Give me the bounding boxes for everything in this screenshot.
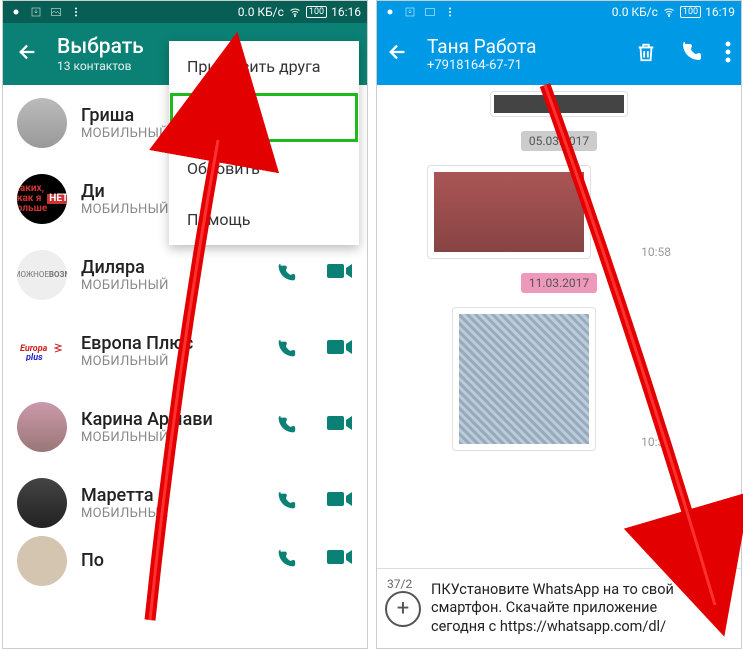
message-input[interactable]: ПКУстановите WhatsApp на то свой смартфо… bbox=[427, 581, 699, 635]
chat-header: Таня Работа +7918164-67-71 bbox=[377, 23, 741, 85]
sms-screen: 0.0 КБ/с 100 16:19 Таня Работа +7918164-… bbox=[376, 0, 742, 649]
battery-level: 100 bbox=[680, 6, 701, 18]
msg-time: 10:38 bbox=[641, 435, 671, 449]
call-icon[interactable] bbox=[275, 414, 297, 440]
message-bubble[interactable] bbox=[452, 307, 596, 451]
back-button[interactable] bbox=[17, 41, 39, 67]
whatsapp-screen: 0.0 КБ/с 100 16:16 Выбрать 13 контактов … bbox=[2, 0, 368, 649]
call-button[interactable] bbox=[679, 40, 703, 68]
contact-name: Европа Плюс bbox=[81, 333, 193, 354]
video-icon[interactable] bbox=[327, 262, 353, 288]
contact-type: МОБИЛЬНЫЙ bbox=[81, 278, 169, 293]
contact-name: Маретта bbox=[81, 485, 169, 506]
call-icon[interactable] bbox=[275, 262, 297, 288]
contact-row[interactable]: По bbox=[3, 541, 367, 581]
wifi-icon bbox=[288, 6, 302, 18]
image-icon bbox=[423, 6, 437, 18]
video-icon[interactable] bbox=[327, 548, 353, 574]
dots-icon bbox=[69, 6, 83, 18]
header-title: Выбрать bbox=[57, 35, 144, 59]
contact-name: Ди bbox=[81, 181, 169, 202]
net-speed: 0.0 КБ/с bbox=[238, 5, 284, 19]
date-badge: 05.03.2017 bbox=[521, 131, 597, 151]
contact-row[interactable]: Карина АрмавиМОБИЛЬНЫЙ bbox=[3, 389, 367, 465]
clock: 16:19 bbox=[705, 5, 735, 19]
avatar bbox=[17, 536, 67, 586]
phone-icon bbox=[679, 40, 703, 64]
avatar bbox=[17, 478, 67, 528]
download-icon bbox=[29, 6, 43, 18]
contact-row[interactable]: НЕВОЗМОЖНОЕВОЗМОЖНО ДиляраМОБИЛЬНЫЙ bbox=[3, 237, 367, 313]
attach-button[interactable]: 37/2 + bbox=[385, 591, 421, 627]
avatar: каких,как ябольшеНЕТ! bbox=[17, 174, 67, 224]
notif-icon bbox=[9, 6, 23, 18]
msg-time: 10:58 bbox=[641, 245, 671, 259]
status-bar: 0.0 КБ/с 100 16:16 bbox=[3, 1, 367, 23]
contact-row[interactable]: МареттаМОБИЛЬНЫЙ bbox=[3, 465, 367, 541]
call-icon[interactable] bbox=[275, 490, 297, 516]
back-arrow-icon bbox=[387, 41, 409, 63]
avatar bbox=[17, 402, 67, 452]
chat-area[interactable]: 05.03.2017 10:58 11.03.2017 10:38 bbox=[377, 85, 741, 571]
video-icon[interactable] bbox=[327, 490, 353, 516]
contact-type: МОБИЛЬНЫЙ bbox=[81, 202, 169, 217]
clock: 16:16 bbox=[331, 5, 361, 19]
chat-title: Таня Работа bbox=[427, 35, 536, 58]
avatar: НЕВОЗМОЖНОЕВОЗМОЖНО bbox=[17, 250, 67, 300]
more-icon bbox=[725, 41, 731, 63]
header-subtitle: 13 контактов bbox=[57, 59, 144, 73]
back-button[interactable] bbox=[387, 41, 409, 67]
options-menu: Пригласить друга Контакты Обновить Помощ… bbox=[169, 41, 359, 245]
call-icon[interactable] bbox=[275, 548, 297, 574]
svg-text:plus: plus bbox=[25, 353, 43, 361]
net-speed: 0.0 КБ/с bbox=[612, 5, 658, 19]
message-bubble[interactable] bbox=[427, 165, 591, 259]
delete-button[interactable] bbox=[635, 40, 657, 68]
message-input-bar: 37/2 + ПКУстановите WhatsApp на то свой … bbox=[377, 568, 741, 648]
contact-name: Карина Армави bbox=[81, 409, 213, 430]
video-icon[interactable] bbox=[327, 414, 353, 440]
char-counter: 37/2 bbox=[387, 577, 412, 591]
trash-icon bbox=[635, 40, 657, 64]
image-icon bbox=[49, 6, 63, 18]
contact-type: МОБИЛЬНЫЙ bbox=[81, 126, 169, 141]
wifi-icon bbox=[662, 6, 676, 18]
plus-icon: + bbox=[397, 596, 409, 621]
battery-level: 100 bbox=[306, 6, 327, 18]
contact-name: По bbox=[81, 550, 104, 571]
avatar bbox=[17, 98, 67, 148]
notif-icon bbox=[383, 6, 397, 18]
menu-contacts[interactable]: Контакты bbox=[169, 92, 359, 143]
download-icon bbox=[403, 6, 417, 18]
dots-icon bbox=[443, 6, 457, 18]
contact-name: Гриша bbox=[81, 105, 169, 126]
send-button[interactable] bbox=[699, 592, 733, 626]
contact-type: МОБИЛЬНЫЙ bbox=[81, 506, 169, 521]
status-bar: 0.0 КБ/с 100 16:19 bbox=[377, 1, 741, 23]
contact-type: МОБИЛЬНЫЙ bbox=[81, 430, 213, 445]
menu-invite-friend[interactable]: Пригласить друга bbox=[169, 41, 359, 92]
more-button[interactable] bbox=[725, 41, 731, 67]
avatar: Europaplus bbox=[17, 326, 67, 376]
menu-help[interactable]: Помощь bbox=[169, 194, 359, 245]
back-arrow-icon bbox=[17, 41, 39, 63]
call-icon[interactable] bbox=[275, 338, 297, 364]
video-icon[interactable] bbox=[327, 338, 353, 364]
contact-type: МОБИЛЬНЫЙ bbox=[81, 354, 193, 369]
send-icon bbox=[699, 592, 733, 626]
date-badge: 11.03.2017 bbox=[521, 273, 597, 293]
contact-row[interactable]: Europaplus Европа ПлюсМОБИЛЬНЫЙ bbox=[3, 313, 367, 389]
contact-name: Диляра bbox=[81, 257, 169, 278]
menu-refresh[interactable]: Обновить bbox=[169, 143, 359, 194]
chat-phone: +7918164-67-71 bbox=[427, 58, 536, 73]
